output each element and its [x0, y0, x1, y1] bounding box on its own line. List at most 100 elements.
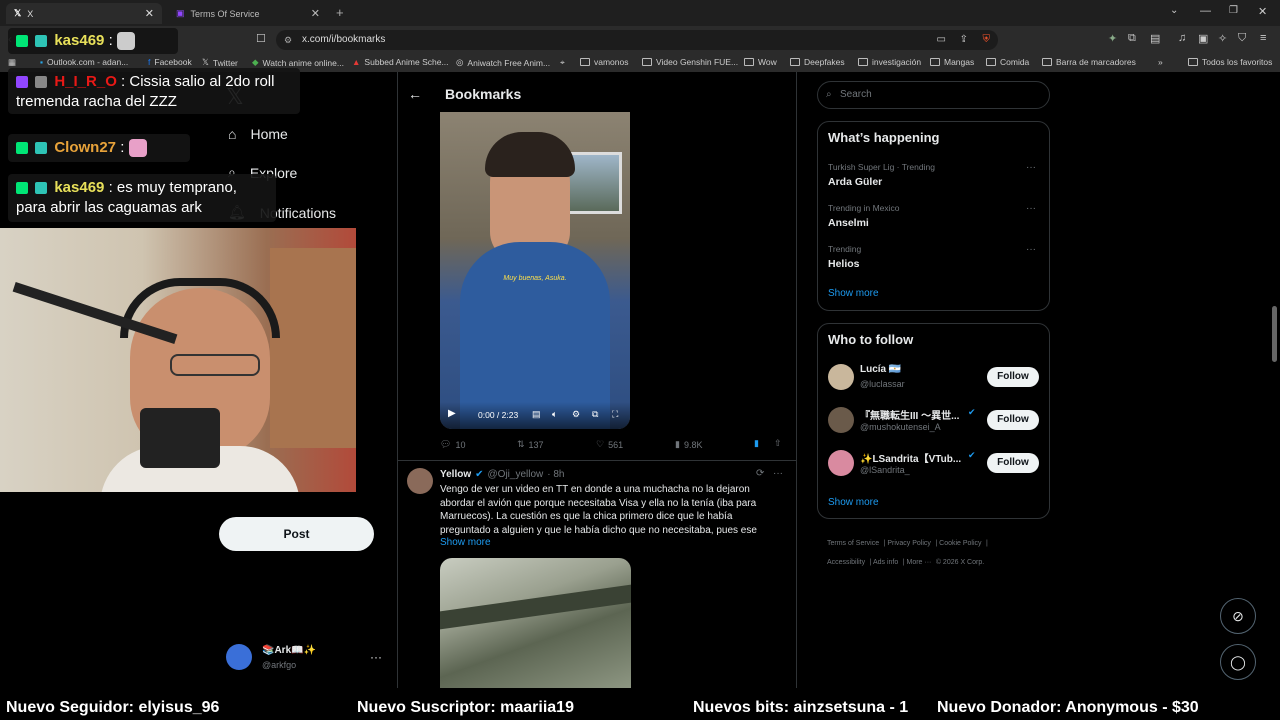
show-more-follows-link[interactable]: Show more — [828, 497, 879, 508]
post-avatar[interactable] — [407, 468, 433, 494]
tab-x[interactable]: 𝕏 X ✕ — [6, 3, 162, 24]
cast-icon[interactable]: ▭ — [937, 30, 946, 50]
follow-avatar[interactable] — [828, 364, 854, 390]
brave-shields-icon[interactable]: ⛨ — [983, 30, 991, 50]
vpn-shield-icon[interactable]: ⛉ — [1238, 32, 1246, 45]
post-author-name[interactable]: Yellow — [440, 469, 471, 480]
footer-link[interactable]: Cookie Policy — [939, 540, 981, 547]
pip-icon[interactable]: ⧉ — [592, 409, 598, 420]
show-more-link[interactable]: Show more — [440, 537, 491, 548]
trend-more-icon[interactable]: ··· — [1026, 244, 1036, 255]
account-more-icon[interactable]: ··· — [370, 650, 382, 664]
bookmark-folder[interactable]: Comida — [986, 57, 1029, 67]
share-post-icon[interactable]: ⇧ — [774, 438, 782, 449]
back-arrow-icon[interactable]: ← — [408, 86, 422, 102]
bookmark-item[interactable]: 𝕏 Twitter — [202, 57, 238, 68]
wallet-icon[interactable]: ▣ — [1198, 32, 1208, 45]
leo-ai-icon[interactable]: ✧ — [1218, 32, 1227, 45]
settings-icon[interactable]: ⚙ — [572, 409, 580, 420]
chat-username: H_I_R_O — [54, 73, 117, 90]
tab-list-icon[interactable]: ⌄ — [1170, 5, 1178, 16]
nav-home[interactable]: ⌂ Home — [228, 126, 288, 142]
messages-float-icon[interactable]: ◯ — [1220, 644, 1256, 680]
page-scrollbar[interactable] — [1272, 306, 1277, 362]
post-more-icon[interactable]: ··· — [773, 468, 783, 479]
trend-more-icon[interactable]: ··· — [1026, 203, 1036, 214]
trend-item[interactable]: Trending in Mexico Anselmi — [828, 203, 900, 229]
bookmark-folder[interactable]: Deepfakes — [790, 57, 845, 67]
follow-name[interactable]: ✨LSandrita【VTub... — [860, 450, 961, 465]
extensions-puzzle-icon[interactable]: ⧉ — [1128, 32, 1136, 45]
tab-label: X — [27, 8, 34, 19]
apps-grid-icon[interactable]: ▦ — [8, 57, 16, 68]
footer-link[interactable]: Ads info — [873, 559, 898, 566]
bookmark-folder[interactable]: Mangas — [930, 57, 974, 67]
post-author-handle[interactable]: @Oji_yellow — [488, 469, 544, 480]
post-header: Yellow ✔ @Oji_yellow · 8h — [440, 469, 564, 480]
footer-link[interactable]: Terms of Service — [827, 540, 879, 547]
bookmark-item[interactable]: ◎ Aniwatch Free Anim... — [456, 57, 550, 68]
post-button[interactable]: Post — [219, 517, 374, 551]
footer-link[interactable]: More ··· — [906, 559, 931, 566]
follow-button[interactable]: Follow — [987, 453, 1039, 473]
volume-icon[interactable]: 🔈︎ — [552, 409, 557, 420]
close-window-icon[interactable]: ✕ — [1258, 5, 1267, 18]
close-tab-icon[interactable]: ✕ — [311, 7, 320, 20]
site-settings-icon[interactable]: ⚙ — [284, 30, 292, 50]
bookmark-folder[interactable]: Video Genshin FUE... — [642, 57, 738, 67]
trend-item[interactable]: Turkish Super Lig · Trending Arda Güler — [828, 162, 935, 188]
follow-button[interactable]: Follow — [987, 410, 1039, 430]
bookmark-item[interactable]: ◆ Watch anime online... — [252, 57, 344, 68]
follow-avatar[interactable] — [828, 407, 854, 433]
maximize-icon[interactable]: ❐ — [1229, 5, 1238, 16]
bookmark-folder[interactable]: Barra de marcadores — [1042, 57, 1136, 67]
close-tab-icon[interactable]: ✕ — [145, 7, 154, 20]
menu-icon[interactable]: ≡ — [1260, 32, 1266, 44]
grok-float-icon[interactable]: ⊘ — [1220, 598, 1256, 634]
post-time[interactable]: · 8h — [547, 469, 564, 480]
bookmark-folder[interactable]: investigación — [858, 57, 921, 67]
bookmark-folder[interactable]: Wow — [744, 57, 777, 67]
follow-name[interactable]: Lucía 🇦🇷 — [860, 364, 901, 375]
account-avatar[interactable] — [226, 644, 252, 670]
footer-link[interactable]: Accessibility — [827, 559, 865, 566]
bookmark-folder[interactable]: vamonos — [580, 57, 629, 67]
video-player[interactable]: Muy buenas, Asuka. ▶ 0:00 / 2:23 ▤ 🔈︎ ⚙ … — [440, 112, 630, 429]
post-media-image[interactable] — [440, 558, 631, 688]
extension-icon[interactable]: ✦ — [1108, 32, 1117, 45]
footer-link[interactable]: Privacy Policy — [887, 540, 931, 547]
bookmark-item[interactable]: f Facebook — [148, 57, 192, 67]
minimize-icon[interactable]: — — [1200, 5, 1211, 17]
search-input[interactable]: ⌕ Search — [817, 81, 1050, 109]
follow-name[interactable]: 『無職転生III ～異世... — [860, 407, 959, 422]
bookmark-item[interactable]: ▲ Subbed Anime Sche... — [352, 57, 449, 67]
reply-button[interactable]: 💬︎ 10 — [440, 439, 465, 450]
follow-button[interactable]: Follow — [987, 367, 1039, 387]
bookmark-icon[interactable]: ▮ — [754, 438, 759, 449]
browser-tab-bar: 𝕏 X ✕ ▣ Terms Of Service ✕ + ⌄ — ❐ ✕ — [0, 0, 1280, 26]
all-favorites-folder[interactable]: Todos los favoritos — [1188, 57, 1272, 67]
pin-icon[interactable]: ⌖ — [560, 57, 565, 68]
bookmark-page-icon[interactable]: ☐ — [256, 32, 266, 45]
video-subtitle: Muy buenas, Asuka. — [503, 275, 567, 282]
tab-terms[interactable]: ▣ Terms Of Service ✕ — [168, 3, 328, 24]
share-icon[interactable]: ⇪ — [960, 30, 968, 50]
trend-more-icon[interactable]: ··· — [1026, 162, 1036, 173]
ticker-subscriber: Nuevo Suscriptor: maariia19 — [357, 699, 574, 716]
bookmark-item[interactable]: ▪ Outlook.com - adan... — [40, 57, 128, 67]
follow-avatar[interactable] — [828, 450, 854, 476]
show-more-trends-link[interactable]: Show more — [828, 288, 879, 299]
sidebar-icon[interactable]: ▤ — [1150, 32, 1160, 45]
more-bookmarks-icon[interactable]: » — [1158, 57, 1163, 67]
captions-icon[interactable]: ▤ — [532, 409, 541, 420]
fullscreen-icon[interactable]: ⛶ — [612, 409, 618, 420]
play-icon[interactable]: ▶ — [448, 408, 456, 419]
address-bar[interactable]: ⚙ x.com/i/bookmarks ▭ ⇪ ⛨ — [276, 30, 998, 50]
repost-button[interactable]: ⇅ 137 — [517, 439, 544, 450]
new-tab-icon[interactable]: + — [336, 5, 344, 20]
music-icon[interactable]: ♫ — [1178, 32, 1186, 44]
like-button[interactable]: ♡ 561 — [596, 439, 623, 450]
grok-icon[interactable]: ⟳ — [756, 468, 764, 479]
trend-item[interactable]: Trending Helios — [828, 244, 861, 270]
views-button[interactable]: ▮ 9.8K — [675, 439, 702, 450]
